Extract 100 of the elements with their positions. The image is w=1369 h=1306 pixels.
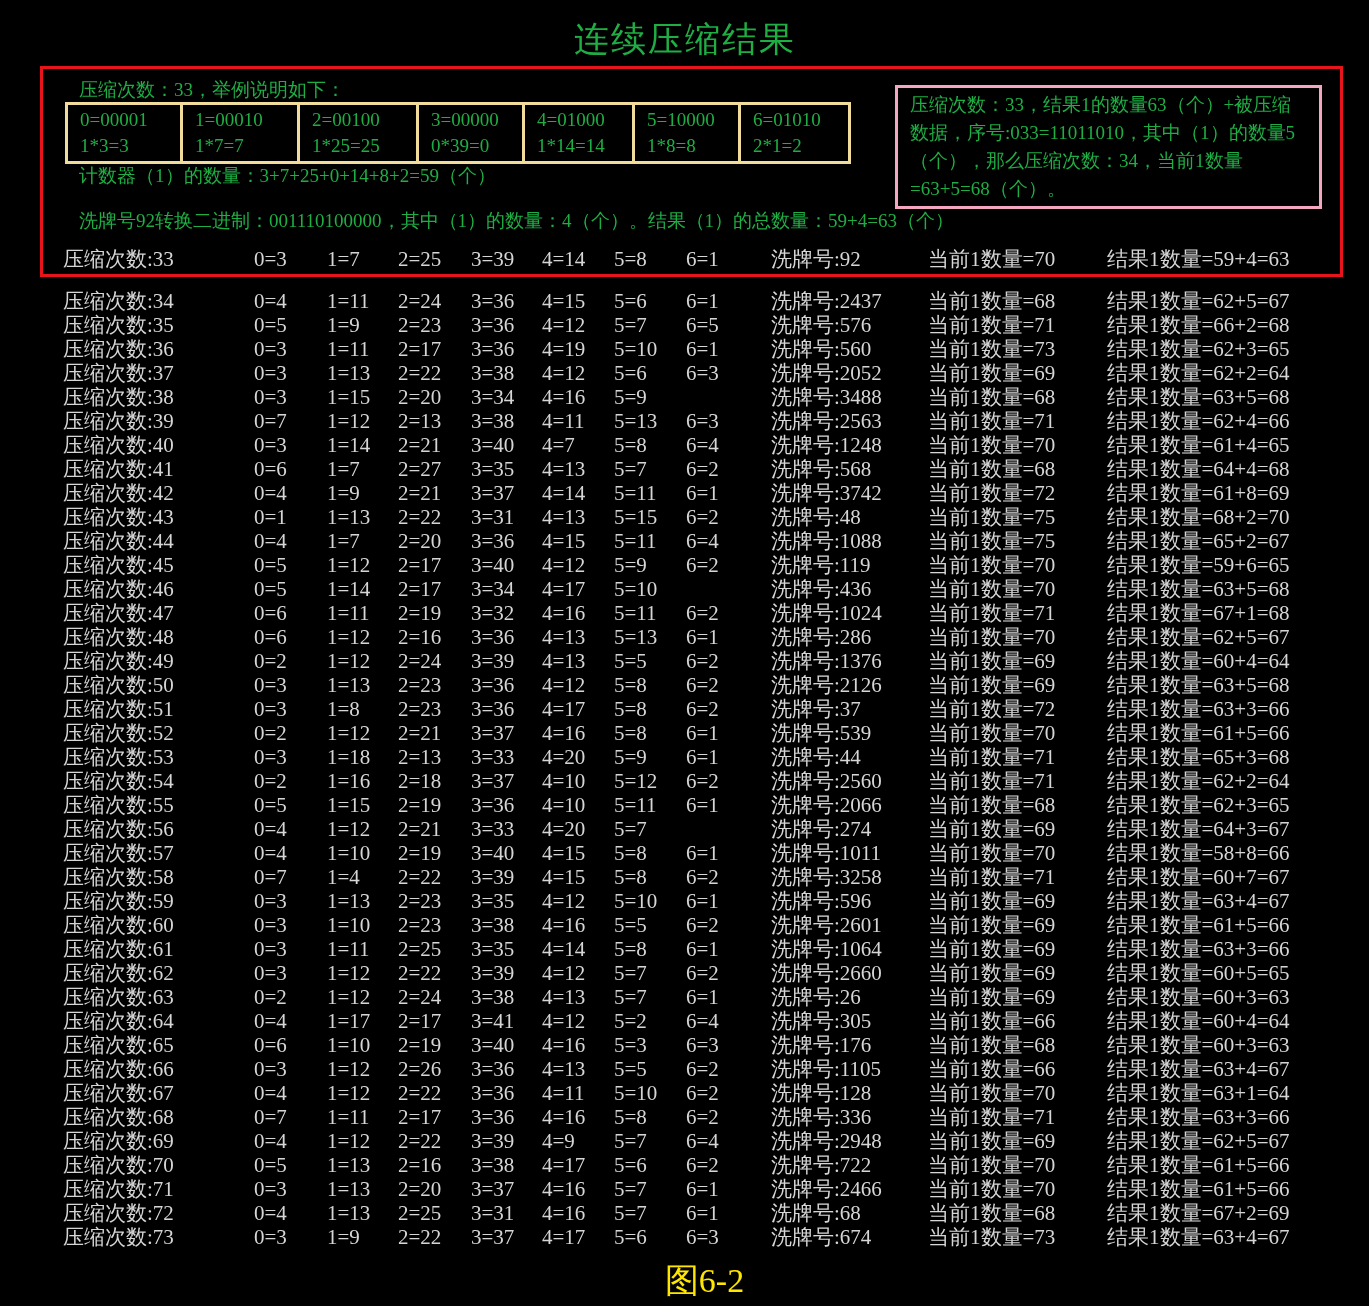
shuffle-number: 洗牌号:1248 (771, 433, 883, 457)
bin-count: 4=12 (542, 361, 587, 385)
bin-count: 4=16 (542, 721, 587, 745)
bin-count: 3=36 (471, 1057, 516, 1081)
counter-sum-text: 计数器（1）的数量：3+7+25+0+14+8+2=59（个） (78, 164, 497, 188)
bin-count: 0=7 (254, 1105, 288, 1129)
shuffle-number: 洗牌号:1376 (771, 649, 883, 673)
bin-count: 5=5 (614, 649, 648, 673)
count-label: 压缩次数:34 (63, 289, 175, 313)
bin-count: 2=26 (398, 1057, 443, 1081)
result-ones-count: 结果1数量=67+2=69 (1107, 1201, 1291, 1225)
shuffle-number: 洗牌号:3258 (771, 865, 883, 889)
bin-count: 6=2 (686, 697, 720, 721)
bin-count: 1=14 (327, 577, 372, 601)
bin-count: 4=15 (542, 529, 587, 553)
count-label: 压缩次数:49 (63, 649, 175, 673)
bin-count: 2=17 (398, 577, 443, 601)
bin-count: 6=2 (686, 865, 720, 889)
bin-count: 1=12 (327, 721, 372, 745)
bin-count: 6=1 (686, 793, 720, 817)
bin-count: 1=12 (327, 625, 372, 649)
shuffle-number: 洗牌号:1088 (771, 529, 883, 553)
result-ones-count: 结果1数量=62+2=64 (1107, 769, 1291, 793)
bin-count: 3=35 (471, 457, 516, 481)
count-label: 压缩次数:62 (63, 961, 175, 985)
bin-count: 6=3 (686, 409, 720, 433)
current-ones-count: 当前1数量=68 (928, 457, 1057, 481)
bin-count: 4=11 (542, 409, 586, 433)
bin-count: 5=10 (614, 577, 659, 601)
shuffle-number: 洗牌号:176 (771, 1033, 873, 1057)
current-ones-count: 当前1数量=70 (928, 625, 1057, 649)
bin-count: 5=8 (614, 937, 648, 961)
bin-count: 1=11 (327, 937, 371, 961)
bin-count: 1=14 (327, 433, 372, 457)
bin-count: 5=7 (614, 457, 648, 481)
bin-count: 0=2 (254, 649, 288, 673)
bin-count: 6=3 (686, 1033, 720, 1057)
bin-count: 1=4 (327, 865, 361, 889)
bin-count: 2=19 (398, 1033, 443, 1057)
bin-count: 6=1 (686, 985, 720, 1009)
bin-count: 2=13 (398, 745, 443, 769)
bin-count: 2=21 (398, 721, 443, 745)
bin-count: 3=32 (471, 601, 516, 625)
binary-code: 5=10000 (647, 108, 716, 132)
bin-count: 1=9 (327, 1225, 361, 1249)
binary-code: 0=00001 (80, 108, 149, 132)
count-label: 压缩次数:40 (63, 433, 175, 457)
bin-count: 1=9 (327, 313, 361, 337)
bin-count: 3=36 (471, 337, 516, 361)
current-ones-count: 当前1数量=69 (928, 817, 1057, 841)
current-ones-count: 当前1数量=71 (928, 601, 1057, 625)
shuffle-number: 洗牌号:2660 (771, 961, 883, 985)
bin-count: 2=22 (398, 1081, 443, 1105)
bin-count: 2=23 (398, 673, 443, 697)
bin-count: 1=11 (327, 337, 371, 361)
bin-count: 5=2 (614, 1009, 648, 1033)
count-product: 1*3=3 (80, 134, 130, 158)
binary-code: 4=01000 (537, 108, 606, 132)
current-ones-count: 当前1数量=70 (928, 1153, 1057, 1177)
bin-count: 0=3 (254, 385, 288, 409)
bin-count: 6=1 (686, 289, 720, 313)
bin-count: 0=4 (254, 289, 288, 313)
bin-count: 6=2 (686, 769, 720, 793)
result-ones-count: 结果1数量=60+4=64 (1107, 1009, 1291, 1033)
bin-count: 5=7 (614, 817, 648, 841)
bin-count: 2=24 (398, 985, 443, 1009)
current-ones-count: 当前1数量=69 (928, 889, 1057, 913)
bin-count: 2=23 (398, 313, 443, 337)
bin-count: 3=39 (471, 865, 516, 889)
bin-count: 4=7 (542, 433, 576, 457)
bin-count: 6=2 (686, 913, 720, 937)
bin-count: 3=36 (471, 625, 516, 649)
bin-count: 5=7 (614, 1129, 648, 1153)
current-ones-count: 当前1数量=69 (928, 913, 1057, 937)
count-label: 压缩次数:39 (63, 409, 175, 433)
current-ones-count: 当前1数量=70 (928, 577, 1057, 601)
result-ones-count: 结果1数量=59+4=63 (1107, 247, 1291, 271)
count-label: 压缩次数:65 (63, 1033, 175, 1057)
current-ones-count: 当前1数量=69 (928, 1129, 1057, 1153)
bin-count: 4=14 (542, 481, 587, 505)
result-ones-count: 结果1数量=63+3=66 (1107, 1105, 1291, 1129)
current-ones-count: 当前1数量=70 (928, 721, 1057, 745)
bin-count: 5=8 (614, 433, 648, 457)
current-ones-count: 当前1数量=69 (928, 649, 1057, 673)
bin-count: 6=4 (686, 1129, 720, 1153)
current-ones-count: 当前1数量=68 (928, 1201, 1057, 1225)
result-ones-count: 结果1数量=63+1=64 (1107, 1081, 1291, 1105)
count-label: 压缩次数:61 (63, 937, 175, 961)
bin-count: 6=1 (686, 841, 720, 865)
bin-count: 3=39 (471, 1129, 516, 1153)
result-ones-count: 结果1数量=62+4=66 (1107, 409, 1291, 433)
bin-count: 4=13 (542, 505, 587, 529)
bin-count: 4=14 (542, 937, 587, 961)
bin-count: 3=33 (471, 817, 516, 841)
bin-count: 4=17 (542, 1225, 587, 1249)
bin-count: 5=15 (614, 505, 659, 529)
shuffle-number: 洗牌号:2066 (771, 793, 883, 817)
bin-count: 5=13 (614, 409, 659, 433)
result-ones-count: 结果1数量=63+5=68 (1107, 385, 1291, 409)
bin-count: 3=37 (471, 481, 516, 505)
